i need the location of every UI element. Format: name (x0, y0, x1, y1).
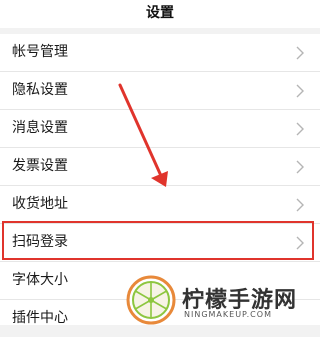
watermark-url: NINGMAKEUP.COM (184, 310, 272, 319)
watermark: 柠檬手游网 NINGMAKEUP.COM (126, 270, 316, 325)
lemon-slice-logo (126, 275, 176, 325)
